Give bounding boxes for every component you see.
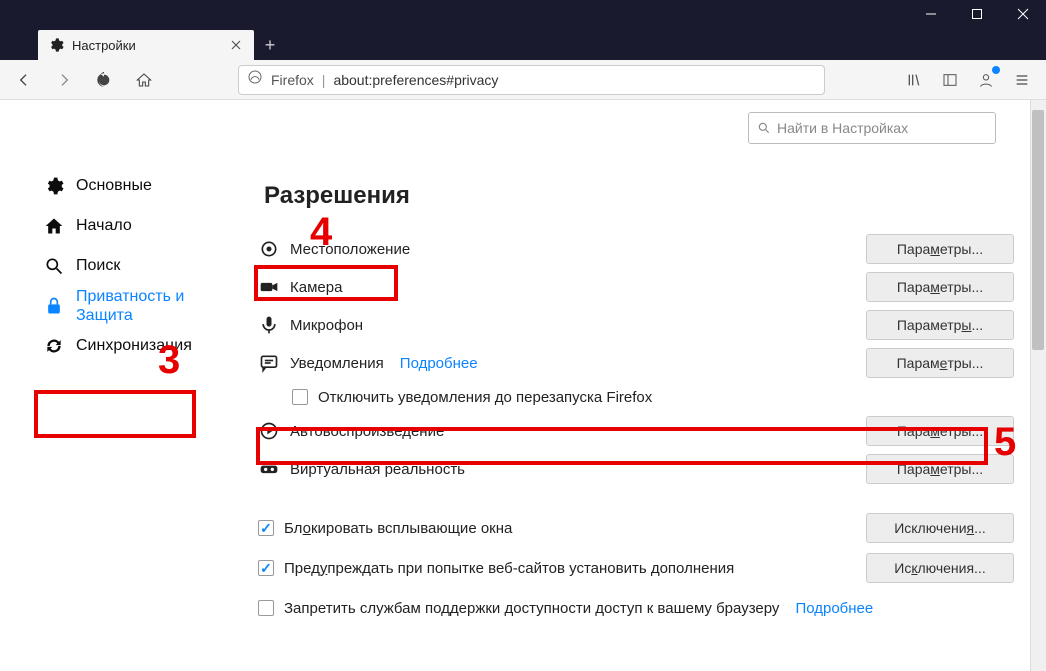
perm-row-vr: Виртуальная реальность Параметры... bbox=[258, 450, 1014, 488]
a11y-block-row: Запретить службам поддержки доступности … bbox=[258, 588, 1014, 628]
account-button[interactable] bbox=[970, 64, 1002, 96]
window-maximize-button[interactable] bbox=[954, 0, 1000, 28]
library-button[interactable] bbox=[898, 64, 930, 96]
location-settings-button[interactable]: Параметры... bbox=[866, 234, 1014, 264]
notifications-learn-more-link[interactable]: Подробнее bbox=[400, 355, 478, 372]
home-icon bbox=[44, 216, 64, 236]
perm-row-camera: Камера Параметры... bbox=[258, 268, 1014, 306]
notification-icon bbox=[258, 352, 280, 374]
preferences-content: Основные Начало Поиск Приватность и Защи… bbox=[0, 100, 1046, 671]
notifications-pause-checkbox[interactable] bbox=[292, 389, 308, 405]
vertical-scrollbar[interactable] bbox=[1030, 100, 1046, 671]
sidebar-item-privacy[interactable]: Приватность и Защита bbox=[36, 286, 222, 326]
url-path: about:preferences#privacy bbox=[333, 72, 498, 88]
sidebar-item-general[interactable]: Основные bbox=[36, 166, 222, 206]
search-placeholder: Найти в Настройках bbox=[777, 120, 908, 136]
window-close-button[interactable] bbox=[1000, 0, 1046, 28]
autoplay-settings-button[interactable]: Параметры... bbox=[866, 416, 1014, 446]
home-button[interactable] bbox=[128, 64, 160, 96]
sync-icon bbox=[44, 336, 64, 356]
sidebar-toggle-button[interactable] bbox=[934, 64, 966, 96]
vr-settings-button[interactable]: Параметры... bbox=[866, 454, 1014, 484]
location-icon bbox=[258, 238, 280, 260]
new-tab-button[interactable]: + bbox=[254, 30, 286, 60]
forward-button[interactable] bbox=[48, 64, 80, 96]
preferences-sidebar: Основные Начало Поиск Приватность и Защи… bbox=[0, 100, 232, 671]
addon-warn-row: Предупреждать при попытке веб-сайтов уст… bbox=[258, 548, 1014, 588]
camera-icon bbox=[258, 276, 280, 298]
url-protocol-label: Firefox bbox=[271, 72, 314, 88]
sidebar-item-label: Приватность и Защита bbox=[76, 287, 214, 325]
reload-button[interactable] bbox=[88, 64, 120, 96]
preferences-main: Найти в Настройках Разрешения Местополож… bbox=[232, 100, 1046, 671]
popup-block-checkbox[interactable] bbox=[258, 520, 274, 536]
app-menu-button[interactable] bbox=[1006, 64, 1038, 96]
sidebar-item-label: Синхронизация bbox=[76, 336, 214, 355]
back-button[interactable] bbox=[8, 64, 40, 96]
sidebar-item-search[interactable]: Поиск bbox=[36, 246, 222, 286]
tab-title: Настройки bbox=[72, 38, 220, 53]
perm-row-autoplay: Автовоспроизведение Параметры... bbox=[258, 412, 1014, 450]
addon-exceptions-button[interactable]: Исключения... bbox=[866, 553, 1014, 583]
window-titlebar bbox=[0, 0, 1046, 28]
vr-icon bbox=[258, 458, 280, 480]
camera-settings-button[interactable]: Параметры... bbox=[866, 272, 1014, 302]
perm-row-notifications: Уведомления Подробнее Параметры... bbox=[258, 344, 1014, 382]
preferences-search-input[interactable]: Найти в Настройках bbox=[748, 112, 996, 144]
sidebar-item-label: Основные bbox=[76, 176, 214, 195]
popup-block-row: Блокировать всплывающие окна Исключения.… bbox=[258, 508, 1014, 548]
perm-row-location: Местоположение Параметры... bbox=[258, 230, 1014, 268]
lock-icon bbox=[44, 296, 64, 316]
tab-bar: Настройки + bbox=[0, 28, 1046, 60]
addon-warn-checkbox[interactable] bbox=[258, 560, 274, 576]
perm-row-microphone: Микрофон Параметры... bbox=[258, 306, 1014, 344]
browser-tab-settings[interactable]: Настройки bbox=[38, 30, 254, 60]
autoplay-icon bbox=[258, 420, 280, 442]
sidebar-item-home[interactable]: Начало bbox=[36, 206, 222, 246]
gear-icon bbox=[44, 176, 64, 196]
notifications-pause-row: Отключить уведомления до перезапуска Fir… bbox=[258, 382, 1014, 412]
tab-close-button[interactable] bbox=[228, 37, 244, 53]
sidebar-item-sync[interactable]: Синхронизация bbox=[36, 326, 222, 366]
a11y-block-checkbox[interactable] bbox=[258, 600, 274, 616]
window-minimize-button[interactable] bbox=[908, 0, 954, 28]
microphone-settings-button[interactable]: Параметры... bbox=[866, 310, 1014, 340]
search-icon bbox=[757, 121, 771, 135]
scrollbar-thumb[interactable] bbox=[1032, 110, 1044, 350]
notifications-settings-button[interactable]: Параметры... bbox=[866, 348, 1014, 378]
microphone-icon bbox=[258, 314, 280, 336]
navigation-toolbar: Firefox | about:preferences#privacy bbox=[0, 60, 1046, 100]
firefox-identity-icon bbox=[247, 69, 263, 90]
url-bar[interactable]: Firefox | about:preferences#privacy bbox=[238, 65, 825, 95]
sidebar-item-label: Поиск bbox=[76, 256, 214, 275]
popup-exceptions-button[interactable]: Исключения... bbox=[866, 513, 1014, 543]
sidebar-item-label: Начало bbox=[76, 216, 214, 235]
gear-icon bbox=[48, 37, 64, 53]
section-title-permissions: Разрешения bbox=[258, 180, 416, 212]
search-icon bbox=[44, 256, 64, 276]
a11y-learn-more-link[interactable]: Подробнее bbox=[795, 600, 873, 617]
